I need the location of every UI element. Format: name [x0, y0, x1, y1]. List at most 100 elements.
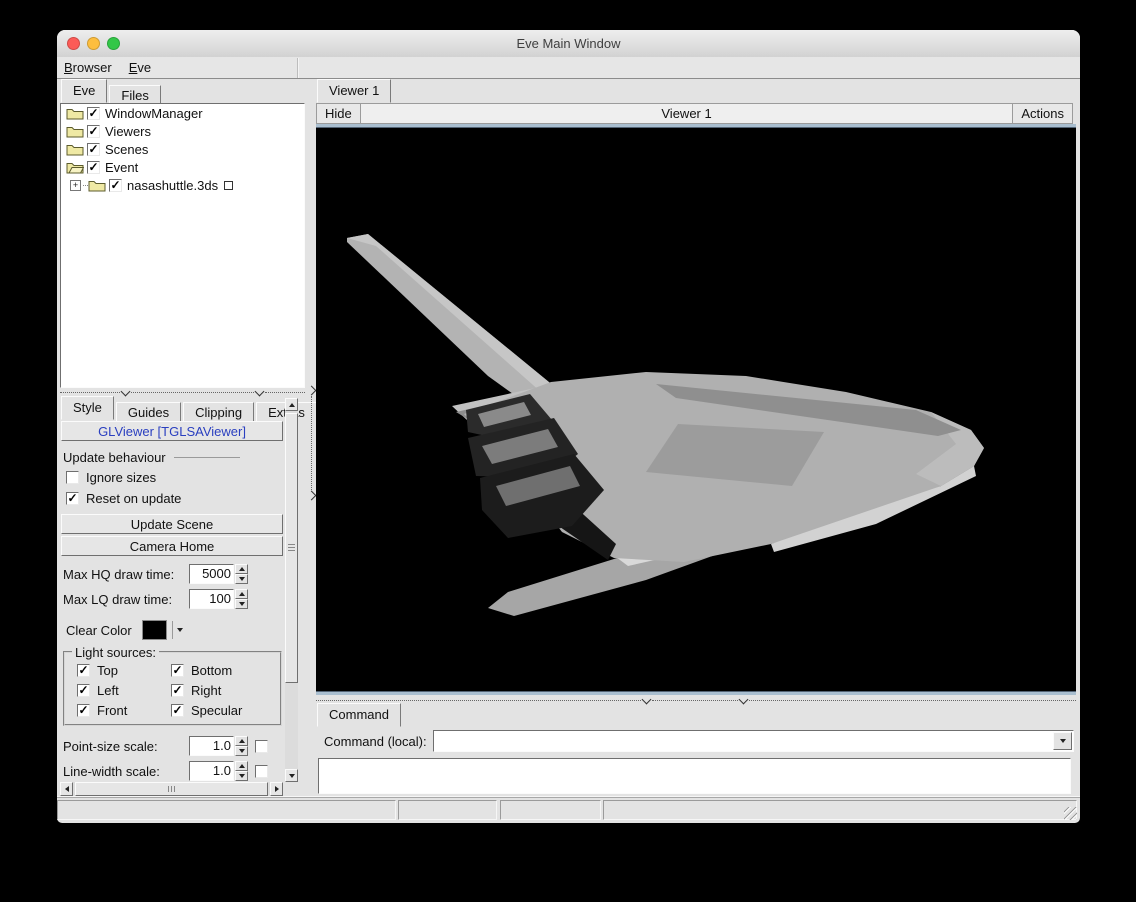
spin-up-icon[interactable]: [235, 736, 248, 746]
vertical-splitter[interactable]: [307, 385, 316, 501]
style-tab-strip: StyleGuidesClippingExtras: [61, 398, 319, 420]
light-specular[interactable]: ✓ Specular: [171, 703, 276, 718]
tree-item-viewers[interactable]: ✓ Viewers: [61, 122, 304, 140]
command-combobox[interactable]: [433, 730, 1074, 752]
tab-eve[interactable]: Eve: [61, 79, 107, 103]
horizontal-splitter[interactable]: [316, 696, 1076, 705]
spinner-value[interactable]: 100: [189, 589, 234, 609]
checkbox-label: Reset on update: [86, 491, 181, 506]
tree-item-windowmanager[interactable]: ✓ WindowManager: [61, 104, 304, 122]
spinner-value[interactable]: 5000: [189, 564, 234, 584]
checkbox[interactable]: [255, 765, 268, 778]
tree-item-event[interactable]: ✓ Event: [61, 158, 304, 176]
menu-browser[interactable]: Browser: [57, 57, 122, 79]
checkbox[interactable]: ✓: [87, 125, 100, 138]
tab-style[interactable]: Style: [61, 396, 114, 420]
update-behaviour-section: Update behaviour: [63, 450, 282, 465]
clear-color-dropdown-icon[interactable]: [177, 628, 183, 632]
checkbox-label: Specular: [191, 703, 242, 718]
command-row: Command (local):: [316, 730, 1076, 752]
clear-color-row: Clear Color: [66, 620, 283, 640]
checkbox-row-reset-on-update[interactable]: ✓ Reset on update: [66, 489, 284, 507]
scroll-up-icon[interactable]: [285, 398, 298, 411]
chevron-down-icon: [121, 386, 131, 396]
checkbox[interactable]: ✓: [77, 684, 90, 697]
spin-up-icon[interactable]: [235, 564, 248, 574]
spinner-max-hq-draw-time-: Max HQ draw time:5000: [63, 563, 283, 585]
checkbox[interactable]: ✓: [87, 107, 100, 120]
checkbox[interactable]: ✓: [171, 664, 184, 677]
spin-down-icon[interactable]: [235, 574, 248, 584]
checkbox[interactable]: ✓: [87, 143, 100, 156]
command-input[interactable]: [436, 732, 1053, 750]
style-panel-horizontal-scrollbar[interactable]: [60, 782, 283, 796]
light-left[interactable]: ✓Left: [77, 683, 171, 698]
spin-down-icon[interactable]: [235, 771, 248, 781]
spinner-arrows: [235, 736, 248, 756]
update-scene-button[interactable]: Update Scene: [61, 514, 283, 534]
tree-item-label: Scenes: [105, 142, 148, 157]
command-tab-strip: Command: [317, 705, 403, 727]
spinner-label: Point-size scale:: [63, 739, 189, 754]
command-output[interactable]: [318, 758, 1071, 794]
checkbox[interactable]: [66, 471, 79, 484]
tree-item-scenes[interactable]: ✓ Scenes: [61, 140, 304, 158]
glviewer-button[interactable]: GLViewer [TGLSAViewer]: [61, 421, 283, 441]
light-right[interactable]: ✓ Right: [171, 683, 276, 698]
spinner-value[interactable]: 1.0: [189, 761, 234, 781]
spinner-label: Line-width scale:: [63, 764, 189, 779]
light-sources-group: Light sources: ✓Top✓Bottom✓Left✓Right✓Fr…: [63, 651, 282, 726]
style-panel-vertical-scrollbar[interactable]: [285, 398, 298, 782]
tree-item-nasashuttle-3ds[interactable]: + ✓ nasashuttle.3ds: [61, 176, 304, 194]
status-bar: [57, 796, 1080, 823]
checkbox-row-ignore-sizes[interactable]: Ignore sizes: [66, 468, 284, 486]
checkbox[interactable]: [255, 740, 268, 753]
light-top[interactable]: ✓Top: [77, 663, 171, 678]
light-sources-title: Light sources:: [72, 645, 159, 660]
tree-item-label: Viewers: [105, 124, 151, 139]
spinner-value[interactable]: 1.0: [189, 736, 234, 756]
command-dropdown-button[interactable]: [1053, 732, 1072, 750]
scroll-left-icon[interactable]: [60, 782, 73, 796]
camera-home-button[interactable]: Camera Home: [61, 536, 283, 556]
scrollbar-thumb[interactable]: [285, 413, 298, 683]
checkbox[interactable]: ✓: [87, 161, 100, 174]
scroll-right-icon[interactable]: [270, 782, 283, 796]
hide-button[interactable]: Hide: [317, 104, 361, 123]
checkbox[interactable]: ✓: [66, 492, 79, 505]
open-folder-icon: [66, 161, 84, 174]
clear-color-swatch[interactable]: [142, 620, 167, 640]
spin-down-icon[interactable]: [235, 746, 248, 756]
tab-command[interactable]: Command: [317, 703, 401, 727]
tree-item-label: Event: [105, 160, 138, 175]
scale-spinners: Point-size scale:1.0Line-width scale:1.0…: [60, 735, 284, 782]
tree-item-label: nasashuttle.3ds: [127, 178, 218, 193]
checkbox[interactable]: ✓: [109, 179, 122, 192]
resize-grip-icon[interactable]: [1064, 807, 1077, 820]
chevron-right-icon: [307, 491, 317, 501]
light-front[interactable]: ✓Front: [77, 703, 171, 718]
eve-tree-view: ✓ WindowManager ✓ Viewers ✓ Scenes ✓ Event + ✓ nas…: [60, 103, 305, 388]
tab-viewer-1[interactable]: Viewer 1: [317, 79, 391, 103]
checkbox[interactable]: ✓: [171, 684, 184, 697]
browser-tab-strip: EveFiles: [61, 81, 163, 103]
viewer-tab-strip: Viewer 1: [317, 81, 393, 103]
checkbox[interactable]: ✓: [171, 704, 184, 717]
checkbox-label: Right: [191, 683, 221, 698]
gl-viewport[interactable]: [316, 124, 1076, 695]
title-bar[interactable]: Eve Main Window: [57, 30, 1080, 58]
menu-eve[interactable]: Eve: [122, 57, 161, 79]
tree-item-label: WindowManager: [105, 106, 203, 121]
spinner-label: Max LQ draw time:: [63, 592, 189, 607]
checkbox[interactable]: ✓: [77, 664, 90, 677]
checkbox[interactable]: ✓: [77, 704, 90, 717]
menu-bar: BrowserEve: [57, 57, 1080, 79]
light-bottom[interactable]: ✓Bottom: [171, 663, 276, 678]
scrollbar-thumb[interactable]: [75, 782, 268, 796]
expand-plus-icon[interactable]: +: [70, 180, 81, 191]
spin-down-icon[interactable]: [235, 599, 248, 609]
spin-up-icon[interactable]: [235, 589, 248, 599]
spin-up-icon[interactable]: [235, 761, 248, 771]
scroll-down-icon[interactable]: [285, 769, 298, 782]
actions-button[interactable]: Actions: [1012, 104, 1072, 123]
